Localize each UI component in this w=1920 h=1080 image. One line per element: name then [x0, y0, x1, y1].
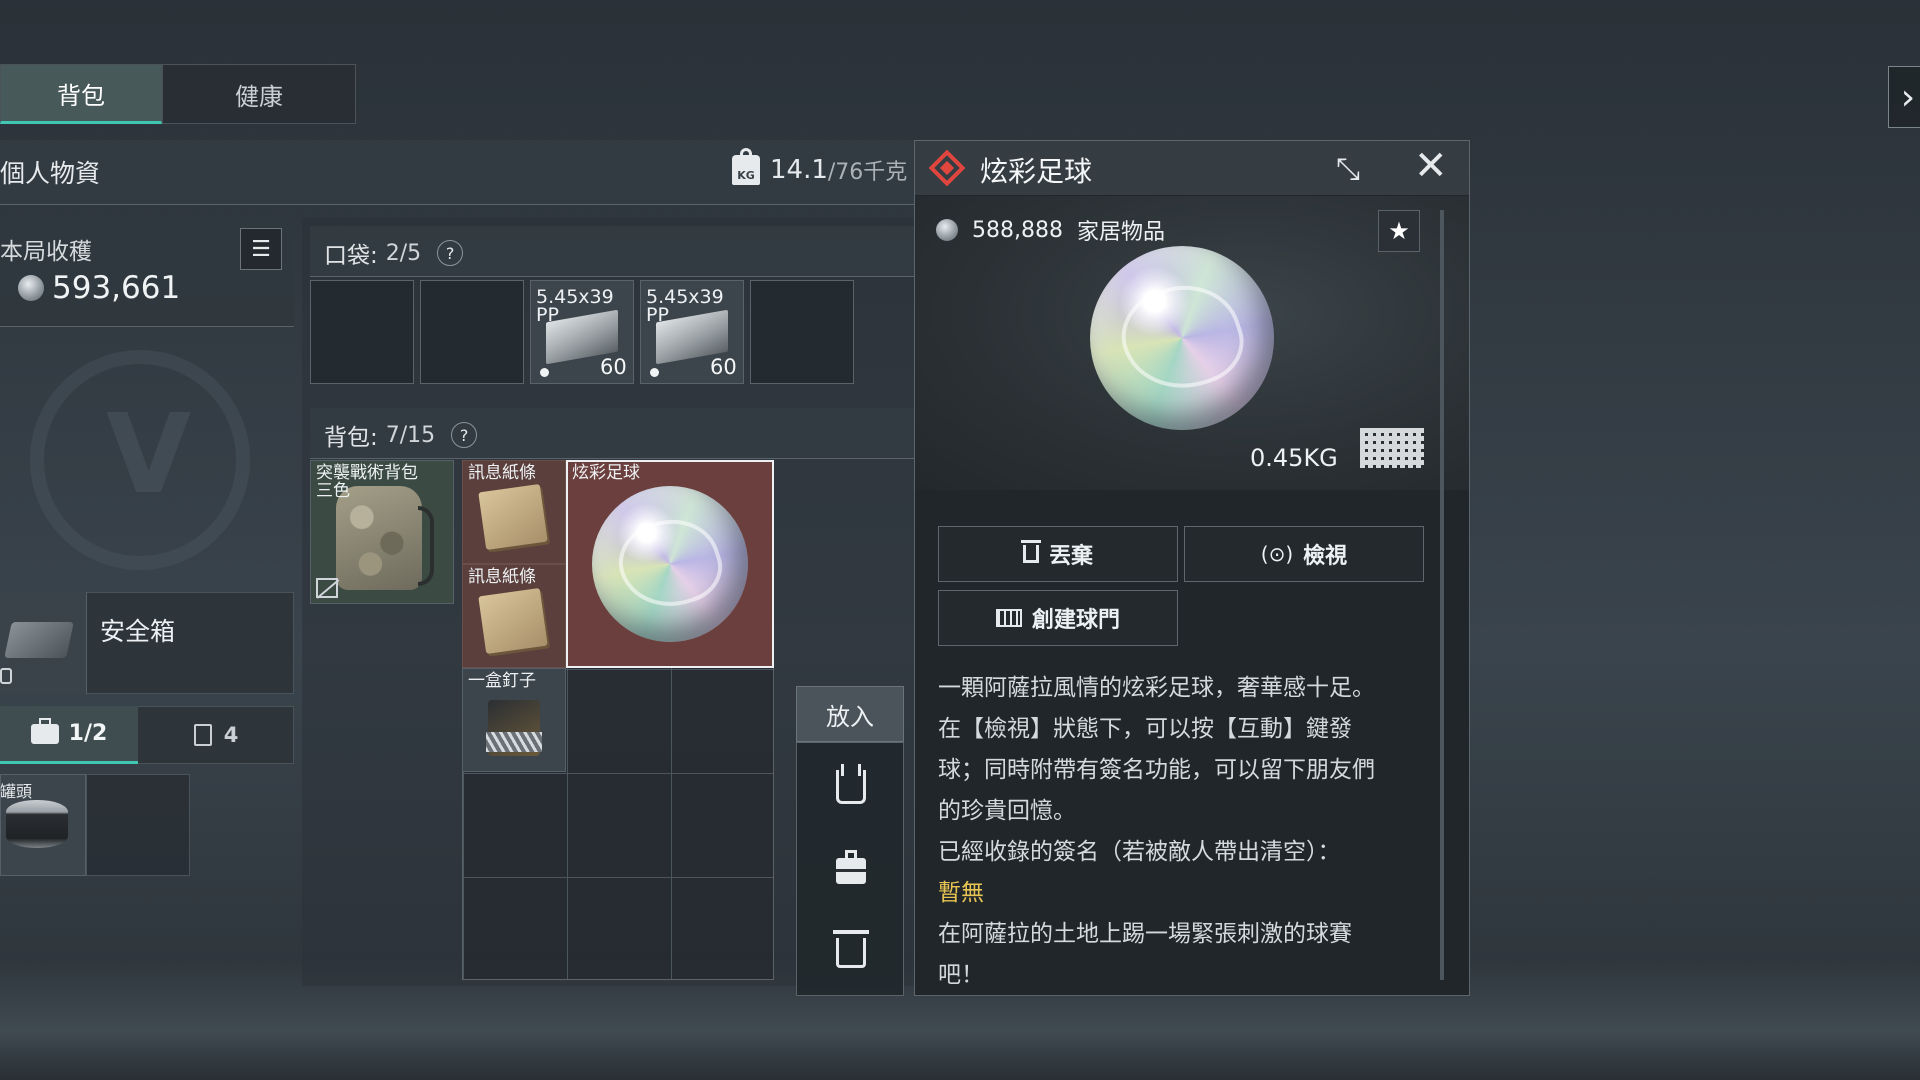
pocket-slot[interactable] [750, 280, 854, 384]
size-grid-icon [1360, 428, 1424, 468]
flavor-line: 在阿薩拉的土地上踢一場緊張刺激的球賽 [938, 921, 1352, 947]
weight-bag-icon: KG [732, 148, 760, 185]
create-goal-label: 創建球門 [1031, 608, 1120, 633]
inspect-label: 檢視 [1303, 544, 1348, 569]
weight-total: /76千克 [827, 160, 908, 185]
nails-image [486, 732, 542, 752]
carry-weight: KG 14.1/76千克 [732, 148, 908, 186]
coin-icon [936, 219, 958, 241]
note-image [478, 587, 548, 655]
ammo-count: 60 [710, 355, 737, 379]
status-dot [650, 368, 659, 377]
help-icon[interactable]: ? [437, 240, 464, 266]
item-label: 一盒釘子 [468, 671, 536, 691]
discard-label: 丟棄 [1048, 544, 1093, 569]
no-secure-icon [316, 578, 338, 598]
star-icon[interactable]: ★ [1378, 210, 1420, 252]
help-icon[interactable]: ? [451, 422, 478, 448]
loot-label: 本局收穫 [0, 239, 92, 265]
page-title: 個人物資 [0, 159, 101, 188]
pocket-slot[interactable] [420, 280, 524, 384]
description-line: 在【檢視】狀態下，可以按【互動】鍵發 [938, 716, 1352, 742]
discard-button[interactable]: 丟棄 [938, 526, 1178, 582]
eye-icon: (⊙) [1260, 542, 1294, 566]
tab-cases[interactable]: 1/2 [0, 706, 138, 764]
item-label: 罐頭 [0, 782, 33, 801]
scrollbar[interactable] [1440, 210, 1444, 980]
loot-amount: 593,661 [52, 270, 181, 306]
pocket-label: 口袋: 2/5 ? [324, 236, 464, 270]
pocket-slot[interactable] [310, 280, 414, 384]
loot-value: 593,661 [18, 270, 180, 306]
empty-slot[interactable] [86, 774, 190, 876]
put-in-button[interactable]: 放入 [796, 686, 904, 742]
ammo-count: 60 [600, 355, 627, 379]
description-line: 球；同時附帶有簽名功能，可以留下朋友們 [938, 757, 1375, 783]
item-description: 一顆阿薩拉風情的炫彩足球，奢華感十足。 在【檢視】狀態下，可以按【互動】鍵發 球… [938, 668, 1418, 996]
item-weight: 0.45KG [1250, 444, 1338, 472]
ammo-label: 5.45x39 PP [646, 286, 724, 326]
case-count: 1/2 [68, 721, 108, 746]
chevron-right-icon[interactable]: › [1888, 66, 1920, 128]
briefcase-icon[interactable] [836, 850, 866, 884]
backpack-count: 7/15 [385, 422, 436, 448]
inspect-button[interactable]: (⊙) 檢視 [1184, 526, 1424, 582]
item-label: 訊息紙條 [468, 463, 536, 483]
signature-value: 暫無 [938, 880, 984, 906]
backpack-image [336, 486, 422, 590]
pocket-title: 口袋: [324, 243, 378, 269]
bin-icon [193, 724, 212, 746]
shrink-icon[interactable]: ⤡ [1336, 152, 1360, 187]
description-line: 的珍貴回憶。 [938, 798, 1076, 824]
coin-icon [18, 275, 44, 301]
description-line: 一顆阿薩拉風情的炫彩足球，奢華感十足。 [938, 675, 1375, 701]
flavor-line: 吧！ [938, 962, 984, 988]
tab-bins[interactable]: 4 [138, 706, 294, 764]
tab-health[interactable]: 健康 [162, 64, 356, 124]
close-icon[interactable]: ✕ [1414, 146, 1448, 186]
vest-icon[interactable] [836, 770, 866, 804]
backpack-label: 背包: 7/15 ? [324, 418, 478, 452]
lock-icon [0, 668, 12, 684]
bin-count: 4 [223, 723, 239, 747]
faction-emblem [30, 350, 250, 570]
create-goal-button[interactable]: 創建球門 [938, 590, 1178, 646]
soccer-ball-image [592, 486, 748, 642]
backpack-strap [418, 506, 434, 586]
safebox-image [4, 622, 74, 658]
item-label: 訊息紙條 [468, 567, 536, 587]
briefcase-icon [30, 717, 59, 744]
trash-icon[interactable] [833, 930, 869, 968]
item-category: 家居物品 [1076, 220, 1165, 245]
item-label: 炫彩足球 [572, 463, 640, 483]
canned-food-image [6, 800, 68, 848]
weight-current: 14.1 [770, 155, 828, 185]
list-icon[interactable]: ☰ [240, 228, 282, 270]
tab-backpack[interactable]: 背包 [0, 64, 162, 124]
item-title: 炫彩足球 [980, 155, 1093, 188]
status-dot [540, 368, 549, 377]
pocket-count: 2/5 [385, 240, 422, 266]
description-line: 已經收錄的簽名（若被敵人帶出清空）： [938, 839, 1341, 865]
soccer-ball-preview [1090, 246, 1274, 430]
trash-icon [1020, 540, 1041, 563]
backpack-title: 背包: [324, 425, 378, 451]
safebox-label: 安全箱 [100, 617, 176, 646]
note-image [478, 483, 548, 551]
ammo-label: 5.45x39 PP [536, 286, 614, 326]
price-value: 588,888 [972, 217, 1063, 243]
item-label: 突襲戰術背包 三色 [316, 463, 418, 501]
goal-icon [995, 609, 1022, 627]
item-price: 588,888 家居物品 [936, 214, 1165, 246]
